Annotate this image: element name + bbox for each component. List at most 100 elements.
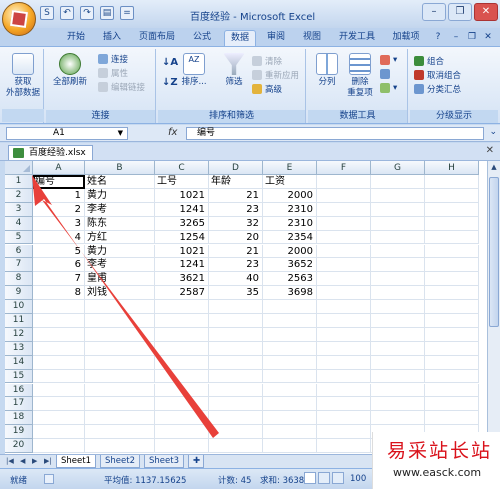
advanced-filter-button[interactable]: 高级 xyxy=(252,83,282,95)
cell-f14[interactable] xyxy=(317,355,371,370)
cell-b10[interactable] xyxy=(85,300,155,314)
cell-c8[interactable]: 3621 xyxy=(155,272,209,287)
cell-d9[interactable]: 35 xyxy=(209,286,263,301)
cell-a3[interactable]: 2 xyxy=(33,202,85,217)
column-header-e[interactable]: E xyxy=(263,161,317,175)
cell-f13[interactable] xyxy=(317,341,371,356)
subtotal-button[interactable]: 分类汇总 xyxy=(414,83,461,95)
cell-a9[interactable]: 8 xyxy=(33,286,85,301)
minimize-button[interactable]: – xyxy=(422,3,446,21)
cell-g14[interactable] xyxy=(371,355,425,370)
cell-g5[interactable] xyxy=(371,230,425,245)
customize-qat-icon[interactable]: = xyxy=(120,6,134,20)
cell-f16[interactable] xyxy=(317,383,371,398)
cell-b15[interactable] xyxy=(85,369,155,384)
filter-button[interactable]: 筛选 xyxy=(220,53,248,88)
cell-e18[interactable] xyxy=(263,411,317,426)
cell-a18[interactable] xyxy=(33,411,85,426)
cell-a11[interactable] xyxy=(33,314,85,328)
cell-c9[interactable]: 2587 xyxy=(155,286,209,301)
cell-e7[interactable]: 3652 xyxy=(263,258,317,273)
cell-c5[interactable]: 1254 xyxy=(155,230,209,245)
tab-insert[interactable]: 插入 xyxy=(98,30,126,46)
edit-links-button[interactable]: 编辑链接 xyxy=(98,81,145,93)
cell-a10[interactable] xyxy=(33,300,85,314)
cell-b4[interactable]: 陈东 xyxy=(85,216,155,231)
cell-d5[interactable]: 20 xyxy=(209,230,263,245)
insert-sheet-icon[interactable]: ✚ xyxy=(188,455,204,468)
cell-g3[interactable] xyxy=(371,202,425,217)
cell-b11[interactable] xyxy=(85,314,155,328)
cell-d12[interactable] xyxy=(209,327,263,342)
cell-e4[interactable]: 2310 xyxy=(263,216,317,231)
cell-b12[interactable] xyxy=(85,327,155,342)
cell-f1[interactable] xyxy=(317,175,371,189)
cell-e1[interactable]: 工资 xyxy=(263,175,317,189)
cell-f12[interactable] xyxy=(317,327,371,342)
chevron-down-icon[interactable]: ▼ xyxy=(118,128,123,139)
cell-e8[interactable]: 2563 xyxy=(263,272,317,287)
cell-c16[interactable] xyxy=(155,383,209,398)
row-header-2[interactable]: 2 xyxy=(5,188,33,203)
cell-f7[interactable] xyxy=(317,258,371,273)
cell-g17[interactable] xyxy=(371,397,425,412)
row-header-5[interactable]: 5 xyxy=(5,230,33,245)
cell-d7[interactable]: 23 xyxy=(209,258,263,273)
cell-f10[interactable] xyxy=(317,300,371,314)
row-header-9[interactable]: 9 xyxy=(5,286,33,301)
redo-icon[interactable]: ↷ xyxy=(80,6,94,20)
cell-e19[interactable] xyxy=(263,425,317,440)
cell-h12[interactable] xyxy=(425,327,479,342)
normal-view-icon[interactable] xyxy=(304,472,316,484)
cell-a2[interactable]: 1 xyxy=(33,188,85,203)
cell-d4[interactable]: 32 xyxy=(209,216,263,231)
cell-d19[interactable] xyxy=(209,425,263,440)
cell-b2[interactable]: 黄力 xyxy=(85,188,155,203)
cell-f4[interactable] xyxy=(317,216,371,231)
cell-d15[interactable] xyxy=(209,369,263,384)
column-header-c[interactable]: C xyxy=(155,161,209,175)
row-header-17[interactable]: 17 xyxy=(5,397,33,412)
row-header-7[interactable]: 7 xyxy=(5,258,33,273)
cell-e10[interactable] xyxy=(263,300,317,314)
help-icon[interactable]: ? xyxy=(432,30,444,46)
cell-b13[interactable] xyxy=(85,341,155,356)
cell-f11[interactable] xyxy=(317,314,371,328)
cell-c11[interactable] xyxy=(155,314,209,328)
cell-b17[interactable] xyxy=(85,397,155,412)
cell-h15[interactable] xyxy=(425,369,479,384)
column-header-h[interactable]: H xyxy=(425,161,479,175)
tab-review[interactable]: 审阅 xyxy=(262,30,290,46)
cell-h2[interactable] xyxy=(425,188,479,203)
cell-h9[interactable] xyxy=(425,286,479,301)
cell-h17[interactable] xyxy=(425,397,479,412)
zoom-level[interactable]: 100 xyxy=(350,474,366,484)
workbook-tab[interactable]: 百度经验.xlsx xyxy=(8,145,93,160)
tab-developer[interactable]: 开发工具 xyxy=(334,30,380,46)
cell-d6[interactable]: 21 xyxy=(209,244,263,259)
cell-c15[interactable] xyxy=(155,369,209,384)
cell-a5[interactable]: 4 xyxy=(33,230,85,245)
cell-b20[interactable] xyxy=(85,439,155,453)
cell-e14[interactable] xyxy=(263,355,317,370)
cell-h10[interactable] xyxy=(425,300,479,314)
cell-g13[interactable] xyxy=(371,341,425,356)
cell-f3[interactable] xyxy=(317,202,371,217)
row-header-11[interactable]: 11 xyxy=(5,314,33,328)
cell-c12[interactable] xyxy=(155,327,209,342)
cell-h7[interactable] xyxy=(425,258,479,273)
row-header-10[interactable]: 10 xyxy=(5,300,33,314)
cell-a16[interactable] xyxy=(33,383,85,398)
cell-e9[interactable]: 3698 xyxy=(263,286,317,301)
cell-h4[interactable] xyxy=(425,216,479,231)
cell-f20[interactable] xyxy=(317,439,371,453)
cell-h3[interactable] xyxy=(425,202,479,217)
cell-e13[interactable] xyxy=(263,341,317,356)
close-workbook-icon[interactable]: ✕ xyxy=(486,145,494,156)
cell-c17[interactable] xyxy=(155,397,209,412)
cell-h18[interactable] xyxy=(425,411,479,426)
cell-c19[interactable] xyxy=(155,425,209,440)
tab-addins[interactable]: 加载项 xyxy=(388,30,424,46)
row-header-16[interactable]: 16 xyxy=(5,383,33,398)
cell-b7[interactable]: 李考 xyxy=(85,258,155,273)
